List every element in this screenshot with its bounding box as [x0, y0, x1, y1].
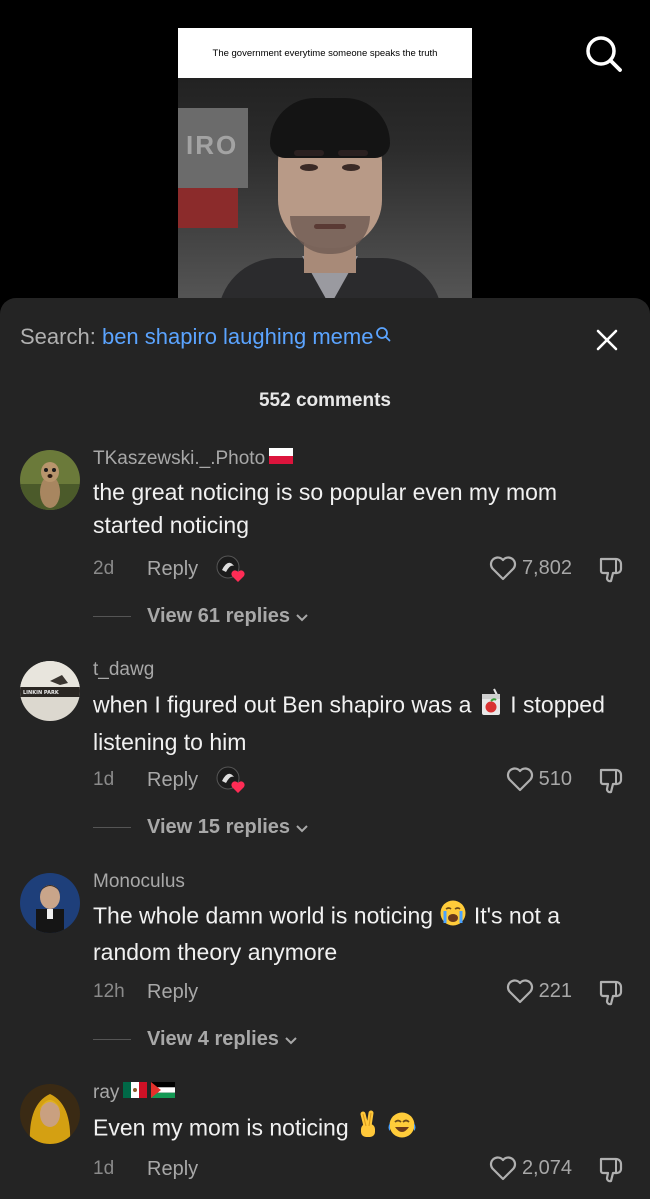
- view-replies-button[interactable]: View 61 replies: [93, 605, 310, 628]
- comment-text: The whole damn world is noticing It's no…: [93, 899, 633, 969]
- background-letters: IRO: [186, 130, 239, 160]
- chevron-down-icon: [285, 1036, 297, 1044]
- search-icon[interactable]: [582, 32, 624, 74]
- comment-text: when I figured out Ben shapiro was a I s…: [93, 687, 633, 759]
- svg-text:LINKIN PARK: LINKIN PARK: [23, 690, 60, 696]
- replies-divider: [93, 1039, 131, 1040]
- video-player[interactable]: The government everytime someone speaks …: [0, 0, 650, 300]
- tears-of-joy-emoji: [387, 1111, 417, 1148]
- heart-icon: [506, 979, 533, 1004]
- comment-age: 1d: [93, 769, 115, 790]
- creator-liked-badge: [214, 765, 248, 795]
- heart-icon: [489, 1156, 517, 1181]
- search-small-icon: [375, 322, 391, 348]
- avatar[interactable]: [20, 1084, 80, 1144]
- crying-face-emoji: [439, 899, 467, 936]
- avatar[interactable]: [20, 450, 80, 510]
- like-count: 2,074: [521, 1156, 572, 1179]
- reply-button[interactable]: Reply: [147, 769, 198, 792]
- video-caption: The government everytime someone speaks …: [178, 28, 472, 78]
- search-suggestion[interactable]: Search: ben shapiro laughing meme: [20, 324, 391, 350]
- video-frame[interactable]: The government everytime someone speaks …: [178, 28, 472, 300]
- view-replies-button[interactable]: View 15 replies: [93, 816, 310, 839]
- avatar[interactable]: [20, 873, 80, 933]
- right-eye: [342, 164, 360, 171]
- comment-count: 552 comments: [258, 390, 391, 411]
- replies-divider: [93, 827, 131, 828]
- dislike-icon[interactable]: [596, 1154, 626, 1184]
- heart-icon: [489, 556, 517, 581]
- victory-hand-emoji: [355, 1110, 381, 1149]
- dislike-icon[interactable]: [596, 765, 626, 795]
- comment-text: the great noticing is so popular even my…: [93, 479, 558, 538]
- comment-username[interactable]: Monoculus: [93, 871, 185, 893]
- reply-button[interactable]: Reply: [147, 981, 198, 1004]
- like-button[interactable]: 2,074: [488, 1154, 572, 1182]
- dislike-icon[interactable]: [596, 977, 626, 1007]
- left-eye: [300, 164, 318, 171]
- like-button[interactable]: 510: [505, 765, 572, 793]
- man-hair: [270, 98, 390, 158]
- view-replies-button[interactable]: View 4 replies: [93, 1028, 299, 1051]
- like-count: 221: [538, 979, 572, 1002]
- creator-liked-badge: [214, 554, 248, 584]
- like-count: 7,802: [521, 556, 572, 579]
- comment-username[interactable]: TKaszewski._.Photo: [93, 448, 294, 470]
- comment-age: 12h: [93, 981, 125, 1002]
- comment-text: Even my mom is noticing: [93, 1110, 633, 1149]
- comment-meta: 2d Reply: [93, 554, 248, 584]
- reply-button[interactable]: Reply: [147, 1158, 198, 1181]
- dislike-icon[interactable]: [596, 554, 626, 584]
- palestine-flag-icon: [151, 1082, 176, 1104]
- right-eyebrow: [338, 150, 368, 156]
- comments-panel: Search: ben shapiro laughing meme 552 co…: [0, 298, 650, 1199]
- search-term-link[interactable]: ben shapiro laughing meme: [102, 324, 374, 349]
- poland-flag-icon: [269, 448, 294, 470]
- like-count: 510: [538, 767, 572, 790]
- comment-meta: 12h Reply: [93, 977, 198, 1007]
- reply-button[interactable]: Reply: [147, 558, 198, 581]
- left-eyebrow: [294, 150, 324, 156]
- search-label: Search:: [20, 324, 96, 349]
- avatar[interactable]: LINKIN PARK: [20, 661, 80, 721]
- like-button[interactable]: 221: [505, 977, 572, 1005]
- comment-age: 2d: [93, 558, 115, 579]
- comment-meta: 1d Reply: [93, 765, 248, 795]
- chevron-down-icon: [296, 824, 308, 832]
- replies-divider: [93, 616, 131, 617]
- mexico-flag-icon: [123, 1082, 148, 1104]
- man-beard: [290, 216, 370, 254]
- comment-username[interactable]: ray: [93, 1082, 176, 1104]
- heart-icon: [506, 767, 533, 792]
- like-button[interactable]: 7,802: [488, 554, 572, 582]
- man-mouth: [314, 224, 346, 229]
- close-icon[interactable]: [595, 328, 619, 352]
- comment-meta: 1d Reply: [93, 1154, 198, 1184]
- comment-age: 1d: [93, 1158, 115, 1179]
- background-red-panel: [178, 188, 238, 228]
- video-scene: IRO: [178, 78, 472, 300]
- comment-username[interactable]: t_dawg: [93, 659, 154, 681]
- chevron-down-icon: [296, 613, 308, 621]
- juice-box-emoji: [478, 687, 504, 726]
